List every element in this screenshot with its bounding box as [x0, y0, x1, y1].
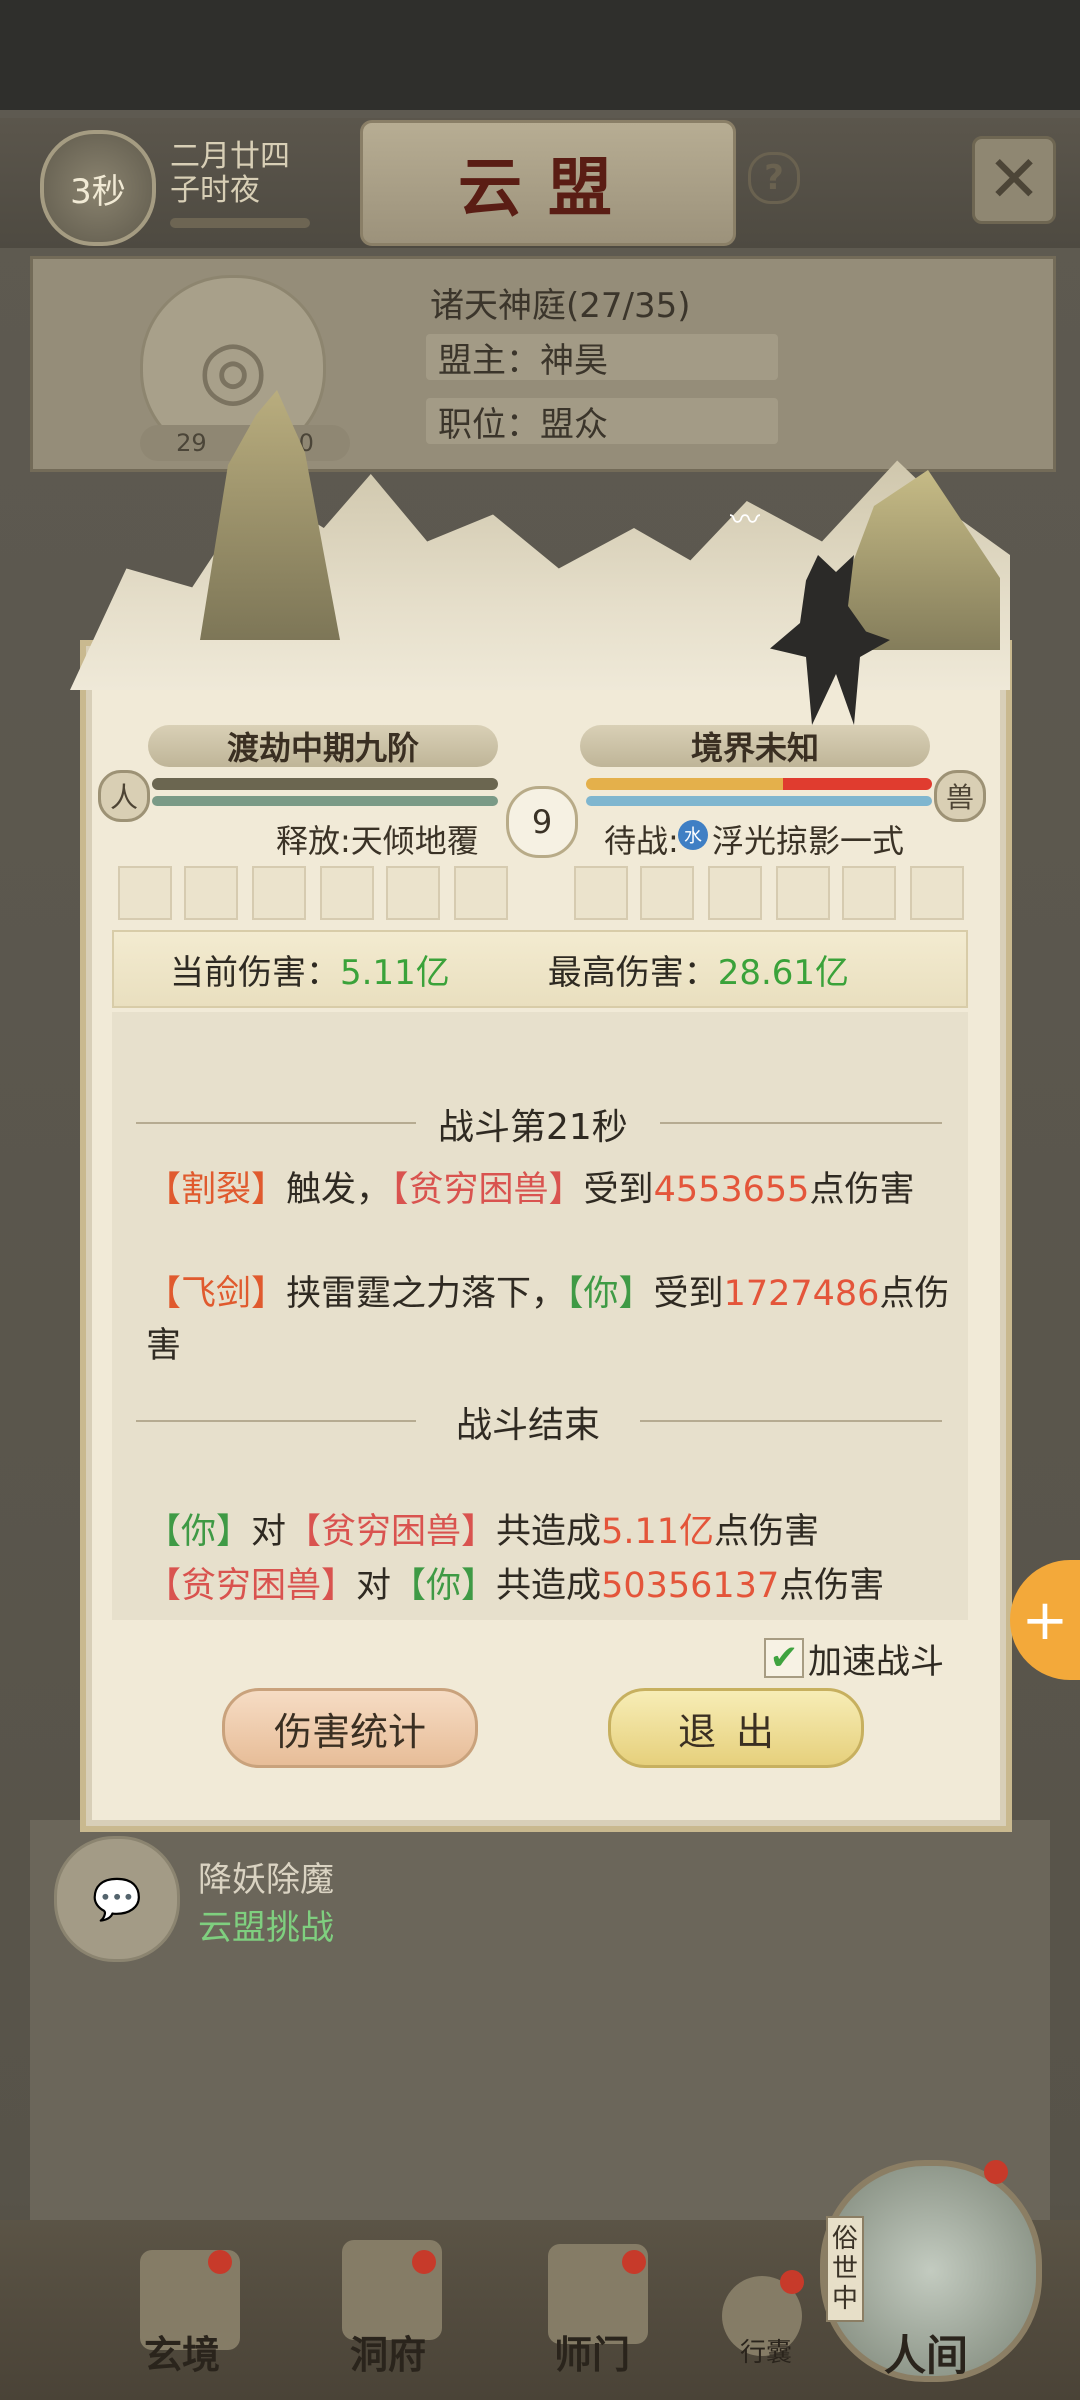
enemy-skill: 浮光掠影一式: [712, 822, 905, 860]
damage-stats-button[interactable]: 伤害统计: [222, 1688, 478, 1768]
player-hp-bar: [152, 778, 498, 790]
timer-badge: 3秒: [40, 130, 156, 246]
log-summary: 【你】对【贫穷困兽】共造成5.11亿点伤害: [146, 1506, 966, 1558]
enemy-buff-slot: [640, 866, 694, 920]
page-title: 云盟: [360, 120, 736, 246]
nav-item-renjian[interactable]: 人间: [884, 2322, 968, 2383]
current-damage-value: 5.11亿: [340, 952, 450, 993]
notification-dot: [780, 2270, 804, 2294]
max-damage-value: 28.61亿: [717, 952, 850, 993]
swords-icon[interactable]: ✕: [972, 136, 1056, 224]
nav-item-shimen[interactable]: 师门: [554, 2324, 630, 2379]
enemy-buff-slot: [842, 866, 896, 920]
notification-dot: [622, 2250, 646, 2274]
log-text: 对: [251, 1512, 287, 1552]
enemy-rank: 境界未知: [580, 725, 930, 767]
divider: [136, 1122, 416, 1124]
enemy-avatar-icon[interactable]: 兽: [934, 770, 986, 822]
log-damage-value: 50356137: [601, 1566, 780, 1606]
damage-summary: 当前伤害： 5.11亿 最高伤害： 28.61亿: [112, 930, 968, 1008]
log-text: 点伤害: [714, 1512, 820, 1552]
enemy-buff-slot: [776, 866, 830, 920]
alliance-name: 诸天神庭(27/35): [430, 286, 691, 326]
chat-icon[interactable]: 💬: [54, 1836, 180, 1962]
player-buff-slot: [184, 866, 238, 920]
enemy-buff-slot: [574, 866, 628, 920]
log-entry: 【飞剑】挟雷霆之力落下，【你】受到1727486点伤害: [146, 1268, 966, 1372]
enemy-mp-bar: [586, 796, 932, 806]
log-summary: 【贫穷困兽】对【你】共造成50356137点伤害: [146, 1560, 966, 1612]
list-item-subtitle[interactable]: 云盟挑战: [198, 1900, 334, 1949]
exit-button[interactable]: 退出: [608, 1688, 864, 1768]
log-target: 【贫穷困兽】: [391, 1170, 584, 1210]
enemy-buff-slot: [910, 866, 964, 920]
nav-item-xuanjing[interactable]: 玄境: [144, 2324, 220, 2379]
log-target: 【你】: [566, 1274, 654, 1314]
log-target: 【贫穷困兽】: [286, 1512, 497, 1552]
log-text: 受到: [653, 1274, 724, 1314]
log-text: 点伤害: [809, 1170, 915, 1210]
log-entry: 【割裂】触发，【贫穷困兽】受到4553655点伤害: [146, 1164, 966, 1216]
divider: [136, 1420, 416, 1422]
question-icon[interactable]: ?: [748, 152, 800, 204]
player-buff-slot: [454, 866, 508, 920]
notification-dot: [412, 2250, 436, 2274]
max-damage-label: 最高伤害：: [547, 952, 718, 993]
player-buff-slot: [118, 866, 172, 920]
log-target: 【贫穷困兽】: [146, 1566, 357, 1606]
player-avatar-icon[interactable]: 人: [98, 770, 150, 822]
world-status-text: 俗世中: [831, 2224, 858, 2314]
log-section-title: 战斗第21秒: [438, 1107, 628, 1148]
notification-dot: [984, 2160, 1008, 2184]
speedup-label[interactable]: 加速战斗: [808, 1634, 944, 1683]
player-skill: 释放:天倾地覆: [276, 822, 479, 860]
log-text: 触发，: [286, 1170, 392, 1210]
player-buff-slot: [386, 866, 440, 920]
log-target: 【你】: [391, 1566, 497, 1606]
enemy-skill-prefix: 待战:: [604, 822, 679, 860]
alliance-position: 职位：盟众: [426, 398, 778, 445]
world-status-label: 俗世中: [826, 2216, 864, 2322]
log-skill: 【割裂】: [146, 1170, 287, 1210]
log-section-title: 战斗结束: [456, 1405, 601, 1446]
date-progress-bar: [170, 218, 310, 228]
nav-item-bag[interactable]: 行囊: [740, 2332, 792, 2369]
game-date: 二月廿四 子时夜: [170, 140, 320, 208]
divider: [660, 1122, 942, 1124]
activity-list: [30, 1820, 1050, 2220]
log-text: 对: [356, 1566, 392, 1606]
log-text: 共造成: [496, 1512, 602, 1552]
nav-item-dongfu[interactable]: 洞府: [350, 2324, 426, 2379]
round-counter: 9: [506, 786, 578, 858]
date-line: 二月廿四 子时夜: [170, 139, 290, 208]
log-target: 【你】: [146, 1512, 252, 1552]
enemy-hp-bar: [586, 778, 932, 790]
alliance-leader: 盟主：神昊: [426, 334, 778, 381]
speedup-checkbox[interactable]: ✔: [764, 1638, 804, 1678]
water-element-icon: 水: [678, 820, 708, 850]
player-buff-slot: [320, 866, 374, 920]
log-damage-value: 4553655: [653, 1170, 810, 1210]
player-buff-slot: [252, 866, 306, 920]
current-damage-label: 当前伤害：: [170, 952, 340, 993]
divider: [640, 1420, 942, 1422]
player-mp-bar: [152, 796, 498, 806]
log-skill: 【飞剑】: [146, 1274, 287, 1314]
log-text: 点伤害: [779, 1566, 885, 1606]
notification-dot: [208, 2250, 232, 2274]
log-damage-value: 1727486: [723, 1274, 880, 1314]
enemy-buff-slot: [708, 866, 762, 920]
log-text: 受到: [583, 1170, 654, 1210]
log-damage-value: 5.11亿: [601, 1512, 714, 1552]
player-rank: 渡劫中期九阶: [148, 725, 498, 767]
list-item-title[interactable]: 降妖除魔: [198, 1852, 334, 1901]
log-text: 挟雷霆之力落下，: [286, 1274, 567, 1314]
birds-icon: 〰: [730, 503, 760, 538]
log-text: 共造成: [496, 1566, 602, 1606]
